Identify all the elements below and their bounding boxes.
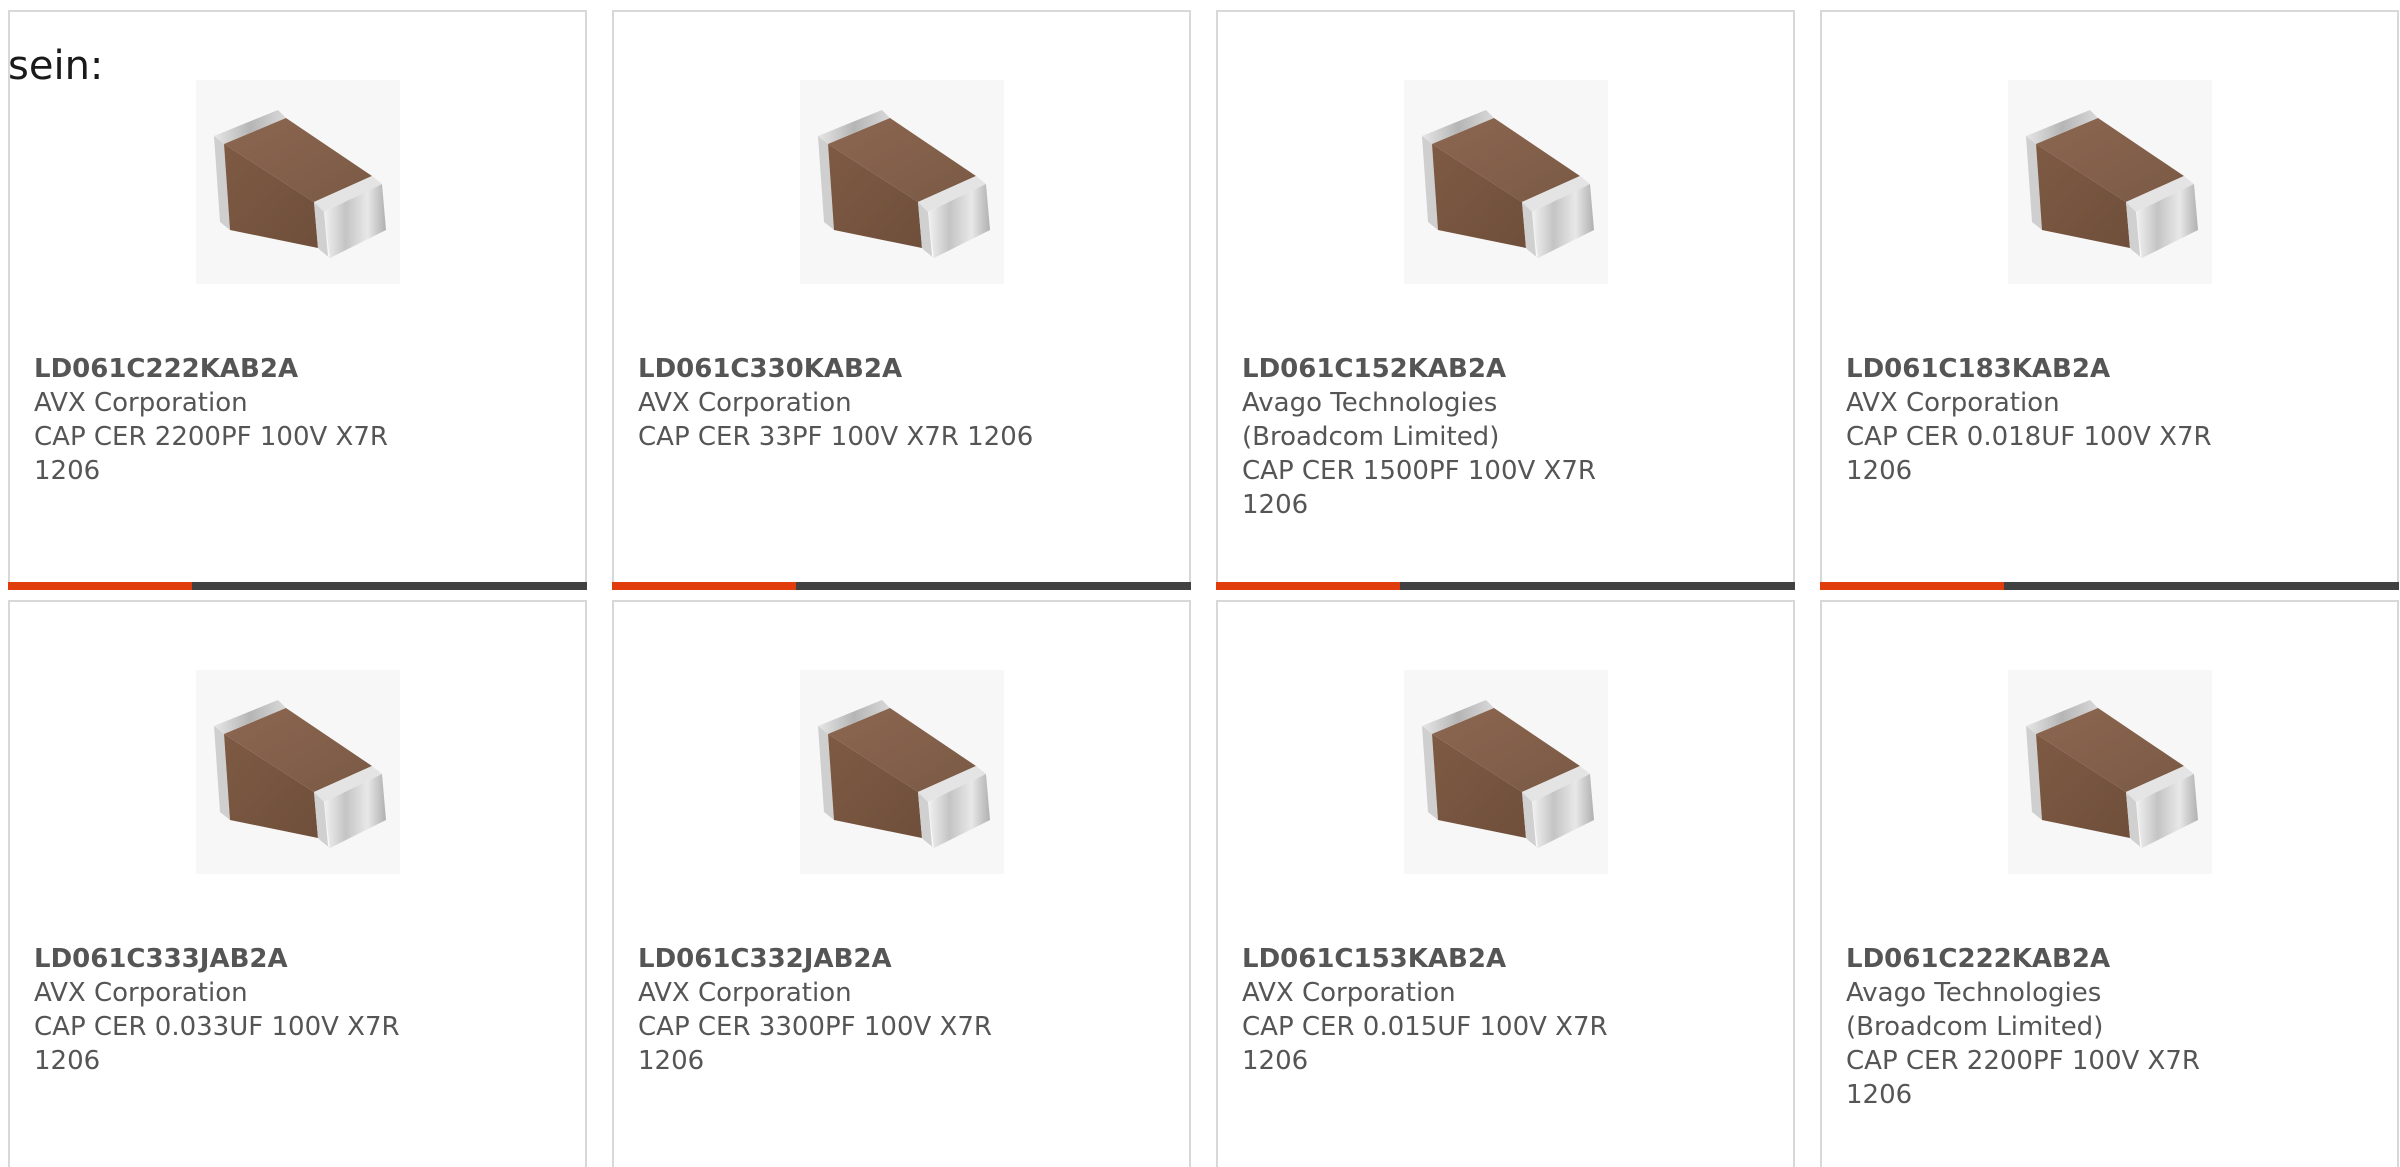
- manufacturer: AVX Corporation: [1242, 978, 1456, 1008]
- capacitor-chip-image[interactable]: [2008, 80, 2212, 284]
- product-grid-page: sein: LD061C222KAB2A AVX Corporation CAP…: [0, 0, 2400, 1167]
- card-footer-rest: [796, 582, 1191, 590]
- manufacturer: AVX Corporation: [638, 388, 852, 418]
- card-footer-bar: [612, 582, 1191, 590]
- capacitor-chip-image[interactable]: [196, 80, 400, 284]
- card-footer-accent: [8, 582, 192, 590]
- product-info: LD061C152KAB2A Avago Technologies (Broad…: [1242, 352, 1769, 522]
- card-footer-bar: [1820, 582, 2399, 590]
- product-info: LD061C222KAB2A Avago Technologies (Broad…: [1846, 942, 2373, 1112]
- manufacturer: AVX Corporation: [638, 978, 852, 1008]
- product-card[interactable]: LD061C332JAB2A AVX Corporation CAP CER 3…: [612, 600, 1191, 1167]
- product-info: LD061C153KAB2A AVX Corporation CAP CER 0…: [1242, 942, 1769, 1078]
- intro-text: sein:: [8, 43, 104, 89]
- capacitor-chip-icon: [1404, 80, 1608, 284]
- capacitor-chip-icon: [800, 670, 1004, 874]
- capacitor-chip-image[interactable]: [1404, 80, 1608, 284]
- product-grid: LD061C222KAB2A AVX Corporation CAP CER 2…: [8, 10, 2400, 1167]
- description: CAP CER 2200PF 100V X7R 1206: [1846, 1046, 2200, 1110]
- part-number[interactable]: LD061C222KAB2A: [34, 352, 561, 386]
- part-number[interactable]: LD061C153KAB2A: [1242, 942, 1769, 976]
- description: CAP CER 0.015UF 100V X7R 1206: [1242, 1012, 1608, 1076]
- product-info: LD061C183KAB2A AVX Corporation CAP CER 0…: [1846, 352, 2373, 488]
- card-footer-accent: [1820, 582, 2004, 590]
- card-footer-bar: [1216, 582, 1795, 590]
- manufacturer: AVX Corporation: [34, 388, 248, 418]
- card-footer-accent: [612, 582, 796, 590]
- product-card[interactable]: LD061C333JAB2A AVX Corporation CAP CER 0…: [8, 600, 587, 1167]
- card-footer-rest: [2004, 582, 2399, 590]
- manufacturer: AVX Corporation: [1846, 388, 2060, 418]
- description: CAP CER 3300PF 100V X7R 1206: [638, 1012, 992, 1076]
- product-info: LD061C222KAB2A AVX Corporation CAP CER 2…: [34, 352, 561, 488]
- product-card[interactable]: LD061C222KAB2A AVX Corporation CAP CER 2…: [8, 10, 587, 590]
- part-number[interactable]: LD061C330KAB2A: [638, 352, 1165, 386]
- capacitor-chip-icon: [196, 670, 400, 874]
- capacitor-chip-icon: [2008, 670, 2212, 874]
- product-card[interactable]: LD061C330KAB2A AVX Corporation CAP CER 3…: [612, 10, 1191, 590]
- card-footer-bar: [8, 582, 587, 590]
- capacitor-chip-icon: [2008, 80, 2212, 284]
- part-number[interactable]: LD061C222KAB2A: [1846, 942, 2373, 976]
- capacitor-chip-icon: [1404, 670, 1608, 874]
- card-footer-rest: [192, 582, 587, 590]
- capacitor-chip-icon: [800, 80, 1004, 284]
- part-number[interactable]: LD061C332JAB2A: [638, 942, 1165, 976]
- product-card[interactable]: LD061C153KAB2A AVX Corporation CAP CER 0…: [1216, 600, 1795, 1167]
- manufacturer: Avago Technologies (Broadcom Limited): [1242, 388, 1500, 452]
- capacitor-chip-image[interactable]: [196, 670, 400, 874]
- product-card[interactable]: LD061C222KAB2A Avago Technologies (Broad…: [1820, 600, 2399, 1167]
- product-card[interactable]: LD061C152KAB2A Avago Technologies (Broad…: [1216, 10, 1795, 590]
- description: CAP CER 1500PF 100V X7R 1206: [1242, 456, 1596, 520]
- capacitor-chip-icon: [196, 80, 400, 284]
- description: CAP CER 33PF 100V X7R 1206: [638, 422, 1034, 452]
- capacitor-chip-image[interactable]: [800, 670, 1004, 874]
- product-info: LD061C333JAB2A AVX Corporation CAP CER 0…: [34, 942, 561, 1078]
- part-number[interactable]: LD061C152KAB2A: [1242, 352, 1769, 386]
- product-info: LD061C330KAB2A AVX Corporation CAP CER 3…: [638, 352, 1165, 454]
- part-number[interactable]: LD061C183KAB2A: [1846, 352, 2373, 386]
- product-card[interactable]: LD061C183KAB2A AVX Corporation CAP CER 0…: [1820, 10, 2399, 590]
- product-info: LD061C332JAB2A AVX Corporation CAP CER 3…: [638, 942, 1165, 1078]
- manufacturer: Avago Technologies (Broadcom Limited): [1846, 978, 2104, 1042]
- description: CAP CER 0.018UF 100V X7R 1206: [1846, 422, 2212, 486]
- manufacturer: AVX Corporation: [34, 978, 248, 1008]
- description: CAP CER 2200PF 100V X7R 1206: [34, 422, 388, 486]
- capacitor-chip-image[interactable]: [800, 80, 1004, 284]
- description: CAP CER 0.033UF 100V X7R 1206: [34, 1012, 400, 1076]
- capacitor-chip-image[interactable]: [1404, 670, 1608, 874]
- card-footer-rest: [1400, 582, 1795, 590]
- card-footer-accent: [1216, 582, 1400, 590]
- capacitor-chip-image[interactable]: [2008, 670, 2212, 874]
- part-number[interactable]: LD061C333JAB2A: [34, 942, 561, 976]
